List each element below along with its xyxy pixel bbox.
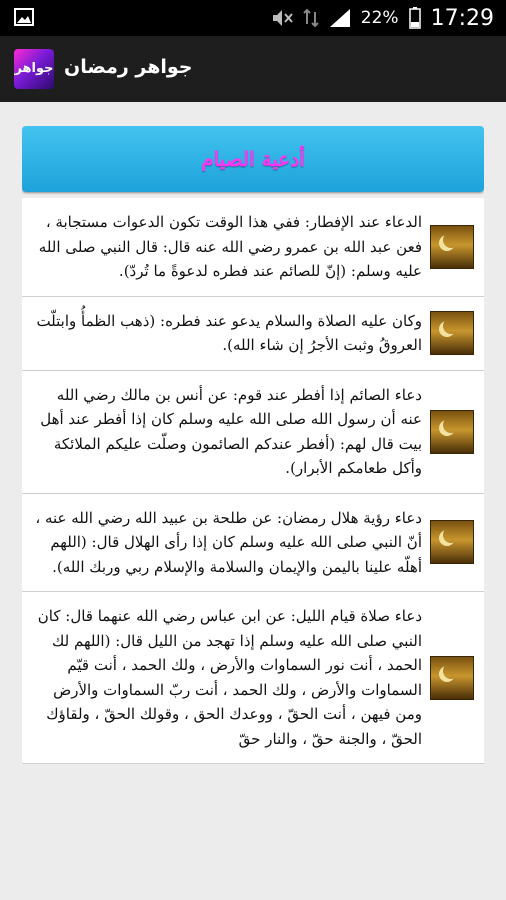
status-icons: 22% 17:29 xyxy=(271,0,494,36)
clock: 17:29 xyxy=(430,5,494,31)
crescent-icon xyxy=(430,409,474,454)
mute-icon xyxy=(272,10,293,26)
app-logo-text: جواهر xyxy=(14,61,54,76)
crescent-icon xyxy=(430,311,474,355)
section-header: أدعية الصيام xyxy=(22,126,484,192)
app-logo[interactable]: جواهر xyxy=(14,49,54,89)
list-item[interactable]: الدعاء عند الإفطار: ففي هذا الوقت تكون ا… xyxy=(22,198,484,297)
battery-icon xyxy=(408,7,421,29)
list-item-text: وكان عليه الصلاة والسلام يدعو عند فطره: … xyxy=(36,311,422,355)
content-area[interactable]: أدعية الصيام الدعاء عند الإفطار: ففي هذا… xyxy=(22,126,484,900)
list-item[interactable]: دعاء رؤية هلال رمضان: عن طلحة بن عبيد ال… xyxy=(22,494,484,592)
section-title: أدعية الصيام xyxy=(201,147,305,171)
list-item[interactable]: دعاء الصائم إذا أفطر عند قوم: عن أنس بن … xyxy=(22,371,484,494)
list-item-text: الدعاء عند الإفطار: ففي هذا الوقت تكون ا… xyxy=(38,213,422,280)
crescent-icon xyxy=(430,224,474,269)
list-item-text: دعاء الصائم إذا أفطر عند قوم: عن أنس بن … xyxy=(40,385,422,478)
signal-icon xyxy=(329,9,350,27)
dua-list: الدعاء عند الإفطار: ففي هذا الوقت تكون ا… xyxy=(22,198,484,764)
list-item-text: دعاء صلاة قيام الليل: عن ابن عباس رضي ال… xyxy=(37,607,422,748)
app-bar: جواهر جواهر رمضان xyxy=(0,36,506,102)
crescent-icon xyxy=(430,655,474,700)
gallery-notification-icon xyxy=(14,8,34,26)
crescent-icon xyxy=(430,520,474,565)
list-item-text: دعاء رؤية هلال رمضان: عن طلحة بن عبيد ال… xyxy=(35,508,422,576)
data-off-icon xyxy=(303,8,319,28)
status-bar: 22% 17:29 xyxy=(0,0,506,36)
list-item[interactable]: وكان عليه الصلاة والسلام يدعو عند فطره: … xyxy=(22,297,484,371)
list-item[interactable]: دعاء صلاة قيام الليل: عن ابن عباس رضي ال… xyxy=(22,592,484,764)
battery-percent: 22% xyxy=(360,8,399,28)
app-title: جواهر رمضان xyxy=(64,56,193,78)
